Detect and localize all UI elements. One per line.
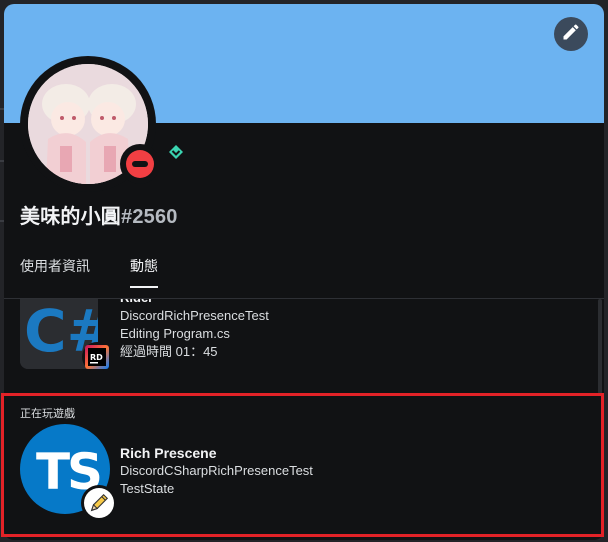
status-dnd-icon: [120, 144, 160, 184]
username: 美味的小圓#2560: [20, 200, 178, 229]
profile-tabs: 使用者資訊 動態: [20, 256, 158, 288]
activity-title: Rider: [120, 299, 269, 307]
nitro-badge-icon[interactable]: [166, 142, 186, 162]
tab-activity[interactable]: 動態: [130, 256, 158, 288]
edit-profile-button[interactable]: [554, 17, 588, 51]
activity-rider-text: Rider DiscordRichPresenceTest Editing Pr…: [120, 299, 269, 361]
tab-user-info[interactable]: 使用者資訊: [20, 256, 130, 288]
username-discriminator: #2560: [121, 206, 178, 228]
scrollbar[interactable]: [598, 299, 602, 394]
username-name: 美味的小圓: [20, 206, 121, 228]
activity-rider: C# RD Rider DiscordRichPresenceTe: [20, 299, 604, 371]
rider-icon: RD: [82, 342, 112, 371]
activity-elapsed: 經過時間 01：45: [120, 344, 218, 359]
activity-state: Editing Program.cs: [120, 326, 230, 341]
activity-details: DiscordRichPresenceTest: [120, 308, 269, 323]
pencil-icon: [561, 22, 581, 47]
highlight-box: [1, 393, 604, 537]
svg-text:RD: RD: [90, 353, 103, 362]
avatar-wrapper[interactable]: [20, 56, 160, 192]
